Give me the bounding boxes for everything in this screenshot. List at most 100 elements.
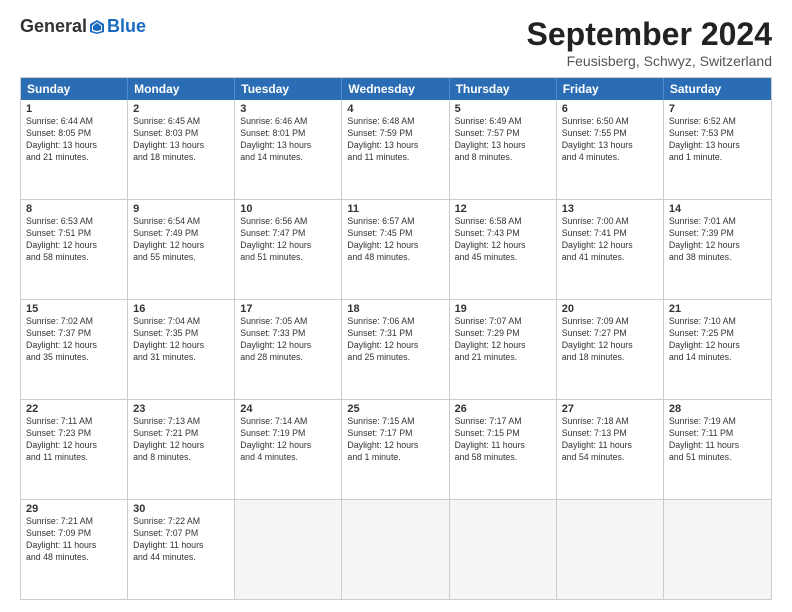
day-number: 29	[26, 503, 122, 515]
cal-cell: 27Sunrise: 7:18 AM Sunset: 7:13 PM Dayli…	[557, 400, 664, 499]
cal-cell	[450, 500, 557, 599]
logo-flag-icon	[88, 18, 106, 36]
day-number: 28	[669, 403, 766, 415]
day-number: 21	[669, 303, 766, 315]
cal-cell	[235, 500, 342, 599]
day-info: Sunrise: 7:10 AM Sunset: 7:25 PM Dayligh…	[669, 316, 766, 364]
cal-cell: 3Sunrise: 6:46 AM Sunset: 8:01 PM Daylig…	[235, 100, 342, 199]
day-number: 17	[240, 303, 336, 315]
day-number: 30	[133, 503, 229, 515]
day-info: Sunrise: 7:17 AM Sunset: 7:15 PM Dayligh…	[455, 416, 551, 464]
day-info: Sunrise: 6:57 AM Sunset: 7:45 PM Dayligh…	[347, 216, 443, 264]
day-info: Sunrise: 6:58 AM Sunset: 7:43 PM Dayligh…	[455, 216, 551, 264]
day-info: Sunrise: 7:01 AM Sunset: 7:39 PM Dayligh…	[669, 216, 766, 264]
day-info: Sunrise: 6:50 AM Sunset: 7:55 PM Dayligh…	[562, 116, 658, 164]
cal-cell: 14Sunrise: 7:01 AM Sunset: 7:39 PM Dayli…	[664, 200, 771, 299]
day-info: Sunrise: 7:05 AM Sunset: 7:33 PM Dayligh…	[240, 316, 336, 364]
day-info: Sunrise: 7:13 AM Sunset: 7:21 PM Dayligh…	[133, 416, 229, 464]
cal-cell: 6Sunrise: 6:50 AM Sunset: 7:55 PM Daylig…	[557, 100, 664, 199]
cal-cell: 7Sunrise: 6:52 AM Sunset: 7:53 PM Daylig…	[664, 100, 771, 199]
day-number: 25	[347, 403, 443, 415]
calendar-row-1: 1Sunrise: 6:44 AM Sunset: 8:05 PM Daylig…	[21, 100, 771, 199]
day-info: Sunrise: 6:56 AM Sunset: 7:47 PM Dayligh…	[240, 216, 336, 264]
logo: General Blue	[20, 16, 146, 37]
cal-cell: 16Sunrise: 7:04 AM Sunset: 7:35 PM Dayli…	[128, 300, 235, 399]
day-number: 5	[455, 103, 551, 115]
cal-cell: 15Sunrise: 7:02 AM Sunset: 7:37 PM Dayli…	[21, 300, 128, 399]
day-info: Sunrise: 7:14 AM Sunset: 7:19 PM Dayligh…	[240, 416, 336, 464]
cal-cell	[664, 500, 771, 599]
cal-cell: 26Sunrise: 7:17 AM Sunset: 7:15 PM Dayli…	[450, 400, 557, 499]
day-info: Sunrise: 7:19 AM Sunset: 7:11 PM Dayligh…	[669, 416, 766, 464]
day-number: 7	[669, 103, 766, 115]
day-info: Sunrise: 7:02 AM Sunset: 7:37 PM Dayligh…	[26, 316, 122, 364]
header-friday: Friday	[557, 78, 664, 100]
calendar-row-5: 29Sunrise: 7:21 AM Sunset: 7:09 PM Dayli…	[21, 499, 771, 599]
cal-cell: 10Sunrise: 6:56 AM Sunset: 7:47 PM Dayli…	[235, 200, 342, 299]
day-info: Sunrise: 6:49 AM Sunset: 7:57 PM Dayligh…	[455, 116, 551, 164]
day-number: 15	[26, 303, 122, 315]
cal-cell	[557, 500, 664, 599]
day-number: 20	[562, 303, 658, 315]
cal-cell: 13Sunrise: 7:00 AM Sunset: 7:41 PM Dayli…	[557, 200, 664, 299]
cal-cell: 9Sunrise: 6:54 AM Sunset: 7:49 PM Daylig…	[128, 200, 235, 299]
day-info: Sunrise: 7:21 AM Sunset: 7:09 PM Dayligh…	[26, 516, 122, 564]
header-thursday: Thursday	[450, 78, 557, 100]
cal-cell: 22Sunrise: 7:11 AM Sunset: 7:23 PM Dayli…	[21, 400, 128, 499]
calendar-header: Sunday Monday Tuesday Wednesday Thursday…	[21, 78, 771, 100]
cal-cell: 2Sunrise: 6:45 AM Sunset: 8:03 PM Daylig…	[128, 100, 235, 199]
cal-cell: 19Sunrise: 7:07 AM Sunset: 7:29 PM Dayli…	[450, 300, 557, 399]
day-number: 1	[26, 103, 122, 115]
logo-blue-text: Blue	[107, 16, 146, 37]
day-info: Sunrise: 7:11 AM Sunset: 7:23 PM Dayligh…	[26, 416, 122, 464]
day-number: 8	[26, 203, 122, 215]
cal-cell: 29Sunrise: 7:21 AM Sunset: 7:09 PM Dayli…	[21, 500, 128, 599]
day-number: 4	[347, 103, 443, 115]
cal-cell: 8Sunrise: 6:53 AM Sunset: 7:51 PM Daylig…	[21, 200, 128, 299]
cal-cell: 20Sunrise: 7:09 AM Sunset: 7:27 PM Dayli…	[557, 300, 664, 399]
day-number: 6	[562, 103, 658, 115]
day-info: Sunrise: 7:09 AM Sunset: 7:27 PM Dayligh…	[562, 316, 658, 364]
day-number: 16	[133, 303, 229, 315]
day-number: 9	[133, 203, 229, 215]
cal-cell: 18Sunrise: 7:06 AM Sunset: 7:31 PM Dayli…	[342, 300, 449, 399]
day-info: Sunrise: 7:15 AM Sunset: 7:17 PM Dayligh…	[347, 416, 443, 464]
day-info: Sunrise: 7:22 AM Sunset: 7:07 PM Dayligh…	[133, 516, 229, 564]
day-info: Sunrise: 7:18 AM Sunset: 7:13 PM Dayligh…	[562, 416, 658, 464]
header: General Blue September 2024 Feusisberg, …	[20, 16, 772, 69]
cal-cell: 11Sunrise: 6:57 AM Sunset: 7:45 PM Dayli…	[342, 200, 449, 299]
cal-cell	[342, 500, 449, 599]
cal-cell: 1Sunrise: 6:44 AM Sunset: 8:05 PM Daylig…	[21, 100, 128, 199]
header-tuesday: Tuesday	[235, 78, 342, 100]
logo-general-text: General	[20, 16, 87, 37]
day-info: Sunrise: 6:54 AM Sunset: 7:49 PM Dayligh…	[133, 216, 229, 264]
header-saturday: Saturday	[664, 78, 771, 100]
cal-cell: 4Sunrise: 6:48 AM Sunset: 7:59 PM Daylig…	[342, 100, 449, 199]
day-info: Sunrise: 6:53 AM Sunset: 7:51 PM Dayligh…	[26, 216, 122, 264]
day-number: 3	[240, 103, 336, 115]
header-sunday: Sunday	[21, 78, 128, 100]
cal-cell: 25Sunrise: 7:15 AM Sunset: 7:17 PM Dayli…	[342, 400, 449, 499]
day-info: Sunrise: 6:44 AM Sunset: 8:05 PM Dayligh…	[26, 116, 122, 164]
cal-cell: 5Sunrise: 6:49 AM Sunset: 7:57 PM Daylig…	[450, 100, 557, 199]
day-info: Sunrise: 6:52 AM Sunset: 7:53 PM Dayligh…	[669, 116, 766, 164]
day-number: 18	[347, 303, 443, 315]
day-number: 10	[240, 203, 336, 215]
cal-cell: 28Sunrise: 7:19 AM Sunset: 7:11 PM Dayli…	[664, 400, 771, 499]
cal-cell: 17Sunrise: 7:05 AM Sunset: 7:33 PM Dayli…	[235, 300, 342, 399]
day-number: 11	[347, 203, 443, 215]
cal-cell: 21Sunrise: 7:10 AM Sunset: 7:25 PM Dayli…	[664, 300, 771, 399]
day-info: Sunrise: 6:45 AM Sunset: 8:03 PM Dayligh…	[133, 116, 229, 164]
header-wednesday: Wednesday	[342, 78, 449, 100]
location-title: Feusisberg, Schwyz, Switzerland	[527, 53, 772, 69]
day-info: Sunrise: 7:04 AM Sunset: 7:35 PM Dayligh…	[133, 316, 229, 364]
day-info: Sunrise: 7:07 AM Sunset: 7:29 PM Dayligh…	[455, 316, 551, 364]
page: General Blue September 2024 Feusisberg, …	[0, 0, 792, 612]
calendar-row-2: 8Sunrise: 6:53 AM Sunset: 7:51 PM Daylig…	[21, 199, 771, 299]
header-monday: Monday	[128, 78, 235, 100]
cal-cell: 24Sunrise: 7:14 AM Sunset: 7:19 PM Dayli…	[235, 400, 342, 499]
day-number: 22	[26, 403, 122, 415]
cal-cell: 12Sunrise: 6:58 AM Sunset: 7:43 PM Dayli…	[450, 200, 557, 299]
day-number: 27	[562, 403, 658, 415]
cal-cell: 30Sunrise: 7:22 AM Sunset: 7:07 PM Dayli…	[128, 500, 235, 599]
